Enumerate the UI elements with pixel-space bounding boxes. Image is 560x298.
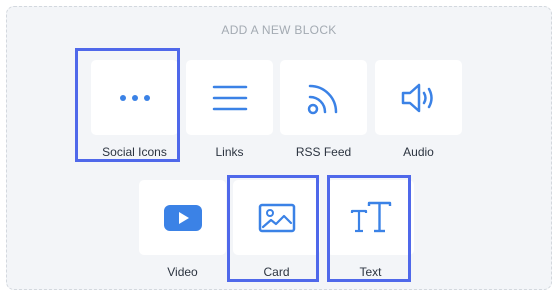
block-tile[interactable]	[375, 60, 462, 135]
panel-heading: ADD A NEW BLOCK	[221, 23, 337, 37]
block-label: Audio	[403, 145, 434, 159]
block-label: Text	[359, 265, 382, 279]
more-dots-icon	[119, 94, 150, 101]
lines-icon	[212, 85, 247, 110]
block-social-icons[interactable]: Social Icons	[91, 60, 178, 159]
play-icon	[163, 204, 202, 231]
block-audio[interactable]: Audio	[375, 60, 462, 159]
block-tile[interactable]	[327, 180, 414, 255]
rss-icon	[307, 84, 337, 114]
block-text[interactable]: Text	[327, 180, 414, 279]
block-label: Social Icons	[102, 145, 167, 159]
block-links[interactable]: Links	[186, 60, 273, 159]
block-label: Card	[263, 265, 290, 279]
block-rss-feed[interactable]: RSS Feed	[280, 60, 367, 159]
text-size-icon	[350, 201, 391, 232]
block-tile[interactable]	[91, 60, 178, 135]
block-label: Video	[167, 265, 198, 279]
block-tile[interactable]	[186, 60, 273, 135]
speaker-icon	[401, 83, 433, 112]
block-tile[interactable]	[280, 60, 367, 135]
block-card[interactable]: Card	[233, 180, 320, 279]
block-label: Links	[215, 145, 244, 159]
block-tile[interactable]	[139, 180, 226, 255]
block-video[interactable]: Video	[139, 180, 226, 279]
add-block-panel: ADD A NEW BLOCK Social Icons Links RSS F…	[6, 6, 552, 290]
image-icon	[258, 203, 295, 232]
block-tile[interactable]	[233, 180, 320, 255]
block-label: RSS Feed	[295, 145, 352, 159]
